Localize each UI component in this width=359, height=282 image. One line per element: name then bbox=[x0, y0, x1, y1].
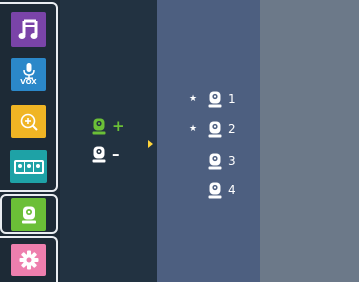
settings-button[interactable] bbox=[11, 244, 46, 276]
zoom-in-icon bbox=[20, 113, 38, 131]
camera-icon bbox=[208, 153, 222, 169]
camera-list-item[interactable]: 3 bbox=[188, 152, 236, 170]
add-sign: + bbox=[112, 117, 125, 135]
star-icon: ★ bbox=[188, 94, 198, 104]
selection-pointer-icon bbox=[148, 140, 153, 148]
music-note-icon bbox=[18, 19, 37, 39]
microphone-icon bbox=[22, 63, 35, 79]
camera-icon bbox=[208, 182, 222, 198]
remove-camera-button[interactable]: – bbox=[92, 146, 120, 163]
star-icon: ★ bbox=[188, 124, 198, 134]
gear-icon bbox=[19, 250, 38, 270]
camera-list-item[interactable]: ★ 1 bbox=[188, 90, 236, 108]
camera-number: 4 bbox=[228, 183, 236, 197]
multi-camera-icon bbox=[13, 159, 44, 174]
camera-icon bbox=[92, 118, 106, 135]
sidebar: VOX bbox=[0, 0, 60, 282]
baby-monitor-screen: VOX + – ★ 1 ★ 2 3 4 bbox=[0, 0, 359, 282]
camera-list-item[interactable]: ★ 2 bbox=[188, 120, 236, 138]
remove-sign: – bbox=[112, 145, 120, 163]
camera-icon bbox=[21, 206, 36, 223]
camera-list-item[interactable]: 4 bbox=[188, 181, 236, 199]
camera-number: 2 bbox=[228, 122, 236, 136]
music-button[interactable] bbox=[11, 12, 46, 47]
multi-camera-button[interactable] bbox=[10, 150, 47, 183]
camera-button[interactable] bbox=[11, 198, 46, 231]
vox-button[interactable]: VOX bbox=[11, 58, 46, 91]
camera-number: 1 bbox=[228, 92, 236, 106]
vox-label: VOX bbox=[20, 78, 37, 86]
camera-list-column bbox=[157, 0, 260, 282]
zoom-button[interactable] bbox=[11, 105, 46, 138]
empty-column bbox=[260, 0, 359, 282]
camera-icon bbox=[208, 121, 222, 137]
action-column bbox=[60, 0, 157, 282]
camera-icon bbox=[208, 91, 222, 107]
add-camera-button[interactable]: + bbox=[92, 118, 125, 135]
camera-icon bbox=[92, 146, 106, 163]
camera-number: 3 bbox=[228, 154, 236, 168]
